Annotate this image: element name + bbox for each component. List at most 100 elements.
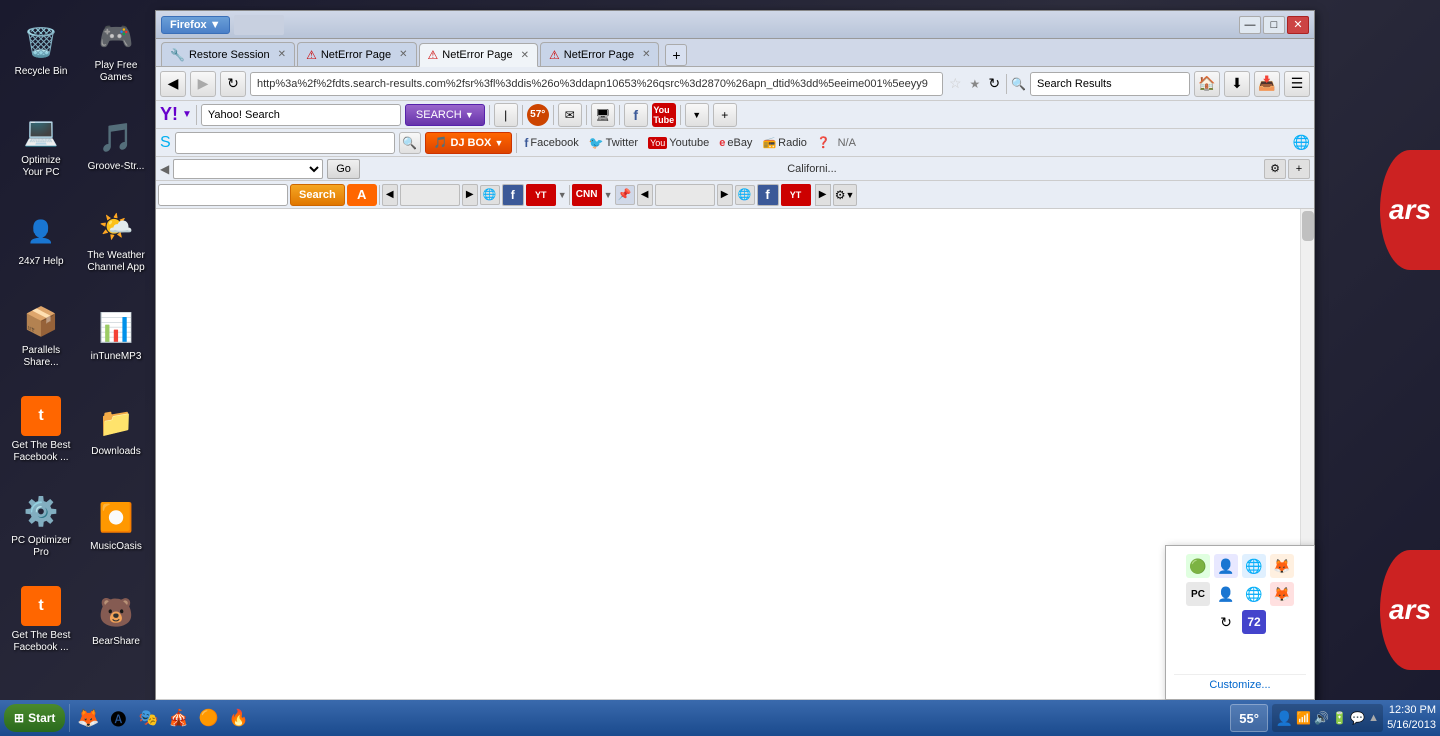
menu-button[interactable]: ☰	[1284, 71, 1310, 97]
desktop-icon-247help[interactable]: 👤 24x7 Help	[7, 195, 75, 285]
toolbar-settings-button[interactable]: ⚙▼	[833, 184, 857, 206]
desktop-icon-playgames[interactable]: 🎮 Play Free Games	[82, 5, 150, 95]
skype-search-button[interactable]: 🔍	[399, 132, 421, 154]
downloads-button[interactable]: 📥	[1254, 71, 1280, 97]
tray-icon-green[interactable]: 🟢	[1186, 554, 1210, 578]
firefox-menu-button[interactable]: Firefox ▼	[161, 16, 230, 34]
tab-restore-close[interactable]: ✕	[278, 49, 286, 60]
bookmark-youtube[interactable]: YT	[526, 184, 556, 206]
home-button[interactable]: 🏠	[1194, 71, 1220, 97]
facebook-link[interactable]: f Facebook	[521, 136, 581, 150]
bookmark-youtube-dropdown[interactable]: ▼	[558, 190, 567, 200]
yahoo-logo-icon[interactable]: Y!	[160, 104, 178, 125]
desktop-icon-parallels[interactable]: 📦 Parallels Share...	[7, 290, 75, 380]
minimize-button[interactable]: —	[1239, 16, 1261, 34]
start-button[interactable]: ⊞ Start	[4, 704, 65, 732]
world-icon-1[interactable]: 🌐	[480, 185, 500, 205]
taskbar-app4-icon[interactable]: 🟠	[194, 704, 222, 732]
skype-search-input[interactable]	[175, 132, 395, 154]
taskbar-app5-icon[interactable]: 🔥	[224, 704, 252, 732]
tray-network-icon[interactable]: 📶	[1296, 711, 1311, 725]
forward-button[interactable]: ▶	[190, 71, 216, 97]
yahoo-dropdown-icon[interactable]: ▼	[182, 109, 192, 120]
skype-globe-icon[interactable]: 🌐	[1293, 134, 1310, 151]
yahoo-tool-icon1[interactable]: |	[494, 103, 518, 127]
bookmark-youtube-2[interactable]: YT	[781, 184, 811, 206]
help-link[interactable]: ❓	[814, 136, 834, 149]
bookmarks-scroll-left-1[interactable]: ◀	[382, 184, 398, 206]
desktop-icon-optimize[interactable]: 💻 Optimize Your PC	[7, 100, 75, 190]
bookmark-cnn-dropdown[interactable]: ▼	[604, 190, 613, 200]
tray-icon-72[interactable]: 72	[1242, 610, 1266, 634]
ask-search-button[interactable]: Search	[290, 184, 345, 206]
tray-icon-avatar[interactable]: 👤	[1214, 582, 1238, 606]
tray-expand-icon[interactable]: ▲	[1368, 712, 1379, 724]
tab-neterror-2[interactable]: ⚠ NetError Page ✕	[419, 43, 538, 67]
desktop-icon-downloads[interactable]: 📁 Downloads	[82, 385, 150, 475]
go-button[interactable]: Go	[327, 159, 360, 179]
tray-sound-icon[interactable]: 🔊	[1314, 711, 1329, 725]
yahoo-mail-icon[interactable]: ✉	[558, 103, 582, 127]
tab-neterror2-close[interactable]: ✕	[521, 50, 529, 61]
ask-search-input[interactable]	[158, 184, 288, 206]
tab-neterror-1[interactable]: ⚠ NetError Page ✕	[297, 42, 416, 66]
dj-box-button[interactable]: 🎵 DJ BOX ▼	[425, 132, 513, 154]
bookmark-facebook[interactable]: f	[502, 184, 524, 206]
youtube-link[interactable]: You Youtube	[645, 137, 712, 149]
url-refresh-icon[interactable]: ↻	[986, 75, 1002, 92]
desktop-icon-recycle-bin[interactable]: 🗑️ Recycle Bin	[7, 5, 75, 95]
tray-icon-user[interactable]: 👤	[1214, 554, 1238, 578]
tab-neterror1-close[interactable]: ✕	[399, 49, 407, 60]
twitter-link[interactable]: 🐦 Twitter	[586, 136, 641, 150]
taskbar-firefox-icon[interactable]: 🦊	[74, 704, 102, 732]
desktop-icon-pc-pro[interactable]: ⚙️ PC Optimizer Pro	[7, 480, 75, 570]
yahoo-search-button[interactable]: SEARCH ▼	[405, 104, 485, 126]
facebook-toolbar-icon[interactable]: f	[624, 103, 648, 127]
taskbar-app1-icon[interactable]: 🅐	[104, 704, 132, 732]
tray-power-icon[interactable]: 🔋	[1332, 711, 1347, 725]
tray-icon-pc[interactable]: PC	[1186, 582, 1210, 606]
new-tab-button[interactable]: +	[665, 44, 687, 66]
yahoo-screen-icon[interactable]: 🖥	[591, 103, 615, 127]
url-bar[interactable]	[250, 72, 943, 96]
desktop-icon-facebook1[interactable]: t Get The Best Facebook ...	[7, 385, 75, 475]
yahoo-more-icon[interactable]: ▼	[685, 103, 709, 127]
bookmark-cnn[interactable]: CNN	[572, 184, 602, 206]
search-results-input[interactable]	[1030, 72, 1190, 96]
tab-neterror3-close[interactable]: ✕	[642, 49, 650, 60]
back-button[interactable]: ◀	[160, 71, 186, 97]
tray-icon-firefox[interactable]: 🦊	[1270, 554, 1294, 578]
bookmarks-scroll-right-2[interactable]: ▶	[717, 184, 733, 206]
tray-user-icon[interactable]: 👤	[1276, 710, 1293, 727]
bookmarks-scroll-right-1[interactable]: ▶	[462, 184, 478, 206]
location-back-arrow[interactable]: ◀	[160, 162, 169, 176]
ask-logo[interactable]: A	[347, 184, 377, 206]
close-button[interactable]: ✕	[1287, 16, 1309, 34]
desktop-icon-facebook2[interactable]: t Get The Best Facebook ...	[7, 575, 75, 665]
refresh-button[interactable]: ↻	[220, 71, 246, 97]
world-icon-2[interactable]: 🌐	[735, 185, 755, 205]
tray-icon-globe[interactable]: 🌐	[1242, 554, 1266, 578]
radio-link[interactable]: 📻 Radio	[759, 136, 809, 149]
tab-neterror-3[interactable]: ⚠ NetError Page ✕	[540, 42, 659, 66]
tray-icon-refresh[interactable]: ↻	[1214, 610, 1238, 634]
desktop-icon-itunemp3[interactable]: 📊 inTuneMP3	[82, 290, 150, 380]
customize-button[interactable]: Customize...	[1174, 674, 1306, 691]
desktop-icon-bearshare[interactable]: 🐻 BearShare	[82, 575, 150, 665]
bookmark-star-icon[interactable]: ☆	[947, 75, 964, 92]
location-dropdown[interactable]	[173, 159, 323, 179]
taskbar-app2-icon[interactable]: 🎭	[134, 704, 162, 732]
maximize-button[interactable]: □	[1263, 16, 1285, 34]
tray-icon-globe2[interactable]: 🌐	[1242, 582, 1266, 606]
rss-icon[interactable]: ★	[968, 77, 983, 91]
taskbar-app3-icon[interactable]: 🎪	[164, 704, 192, 732]
youtube-toolbar-icon[interactable]: YouTube	[652, 103, 676, 127]
yahoo-search-input[interactable]	[201, 104, 401, 126]
toolbar-right-scroll[interactable]: ▶	[815, 184, 831, 206]
bookmark-facebook-2[interactable]: f	[757, 184, 779, 206]
ebay-link[interactable]: e eBay	[716, 137, 755, 149]
desktop-icon-weather[interactable]: 🌤️ The Weather Channel App	[82, 195, 150, 285]
location-plus-icon[interactable]: +	[1288, 159, 1310, 179]
bookmark-more-icon[interactable]: 📌	[615, 185, 635, 205]
desktop-icon-groove[interactable]: 🎵 Groove-Str...	[82, 100, 150, 190]
